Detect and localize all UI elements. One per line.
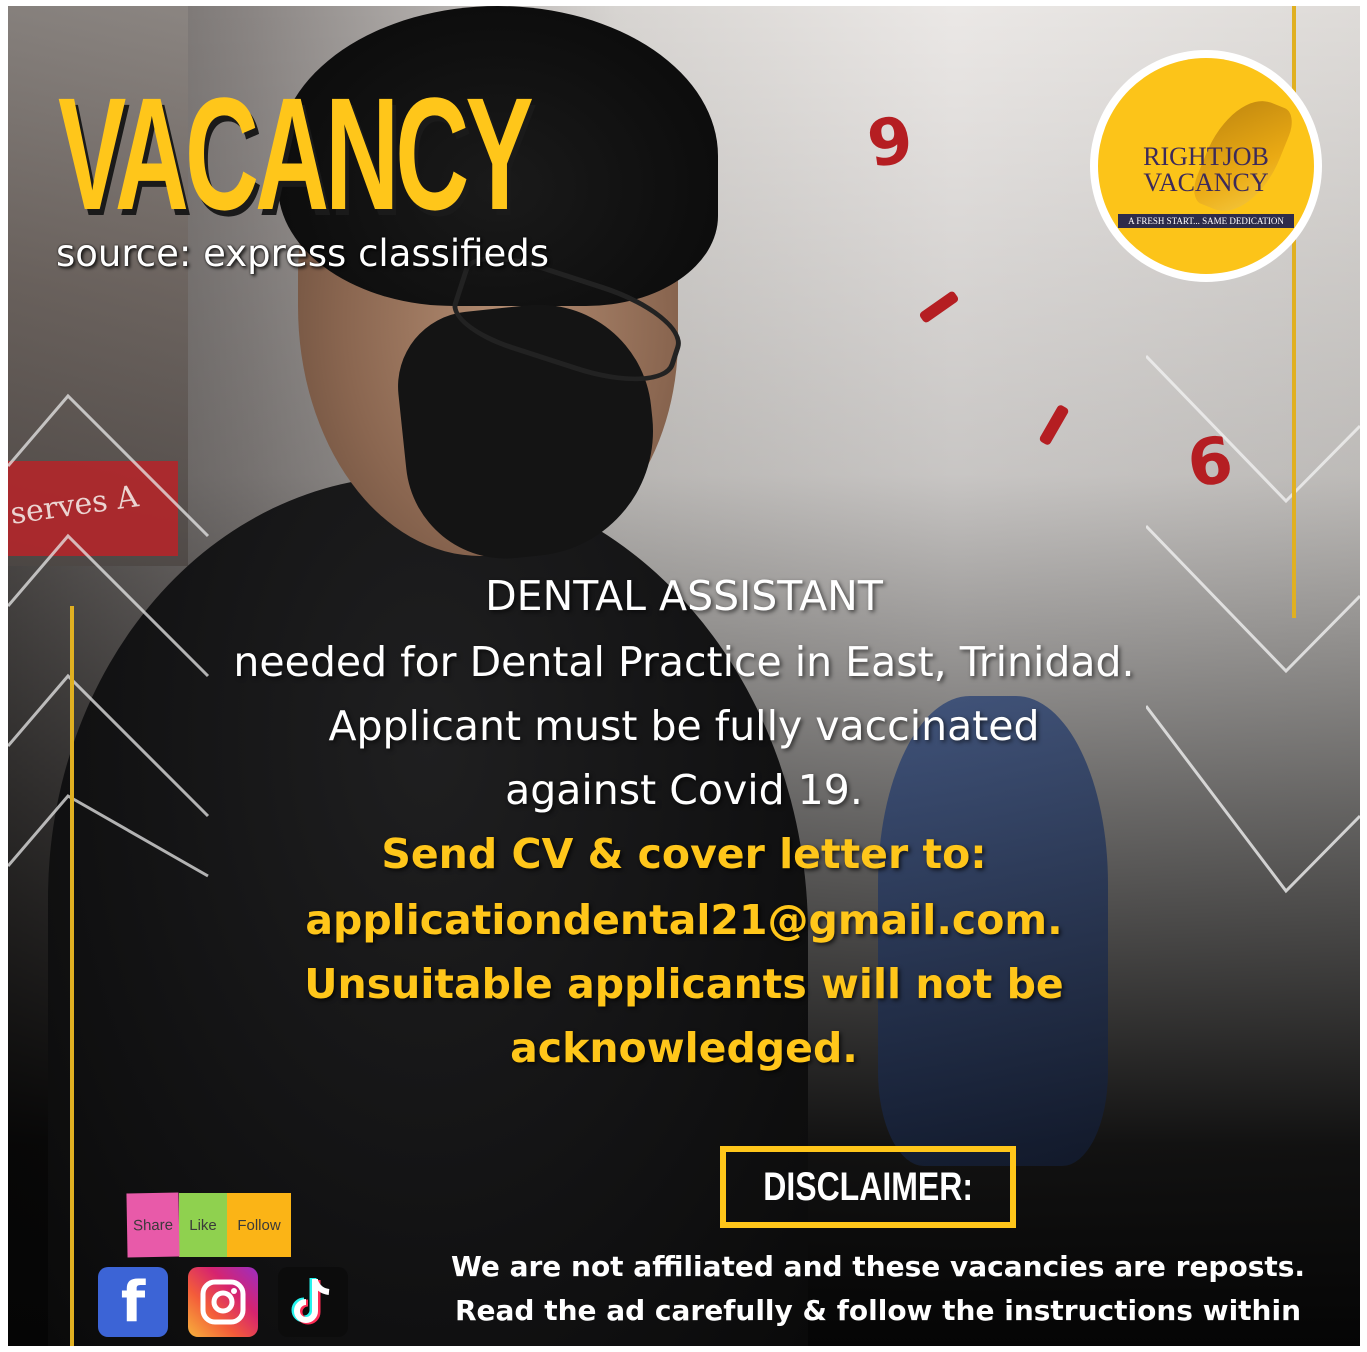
right-chevron-decoration — [1146, 354, 1360, 894]
like-sticker: Like — [179, 1193, 227, 1257]
vaccination-requirement-cont: against Covid 19. — [505, 766, 863, 814]
share-sticker: Share — [126, 1192, 180, 1258]
disclaimer-line-1: We are not affiliated and these vacancie… — [450, 1250, 1306, 1283]
tiktok-icon[interactable] — [278, 1267, 348, 1337]
wall-clock-tick — [1038, 403, 1070, 447]
logo-badge: RIGHTJOB VACANCY A FRESH START... SAME D… — [1098, 58, 1314, 274]
instagram-glyph — [200, 1279, 246, 1325]
disclaimer-line-2: Read the ad carefully & follow the instr… — [454, 1294, 1302, 1327]
job-title: DENTAL ASSISTANT — [485, 572, 883, 620]
apply-email: applicationdental21@gmail.com. — [305, 896, 1063, 944]
job-location: needed for Dental Practice in East, Trin… — [233, 638, 1135, 686]
instagram-icon[interactable] — [188, 1267, 258, 1337]
disclaimer-label: DISCLAIMER: — [763, 1164, 973, 1209]
rightjob-vacancy-logo: RIGHTJOB VACANCY A FRESH START... SAME D… — [1090, 50, 1322, 282]
wall-clock-tick — [918, 290, 960, 324]
share-like-follow-stickers: Share Like Follow — [126, 1192, 291, 1258]
follow-sticker: Follow — [227, 1193, 291, 1257]
wall-clock-nine: 9 — [863, 103, 918, 183]
vacancy-title: VACANCY — [58, 64, 534, 243]
logo-line-2: VACANCY — [1143, 168, 1269, 197]
unsuitable-note-cont: acknowledged. — [510, 1024, 858, 1072]
facebook-icon[interactable]: f — [98, 1267, 168, 1337]
tiktok-glyph — [291, 1278, 330, 1325]
source-line: source: express classifieds — [56, 232, 550, 275]
apply-instruction: Send CV & cover letter to: — [381, 830, 987, 878]
vaccination-requirement: Applicant must be fully vaccinated — [328, 702, 1040, 750]
disclaimer-box: DISCLAIMER: — [720, 1146, 1016, 1228]
logo-tagline: A FRESH START... SAME DEDICATION — [1118, 214, 1294, 228]
vacancy-poster: serves A 9 6 VACANCY source: express cla… — [8, 6, 1360, 1346]
logo-line-1: RIGHTJOB — [1143, 142, 1269, 171]
social-icons: f — [98, 1267, 348, 1337]
facebook-glyph: f — [120, 1269, 146, 1335]
unsuitable-note: Unsuitable applicants will not be — [304, 960, 1064, 1008]
